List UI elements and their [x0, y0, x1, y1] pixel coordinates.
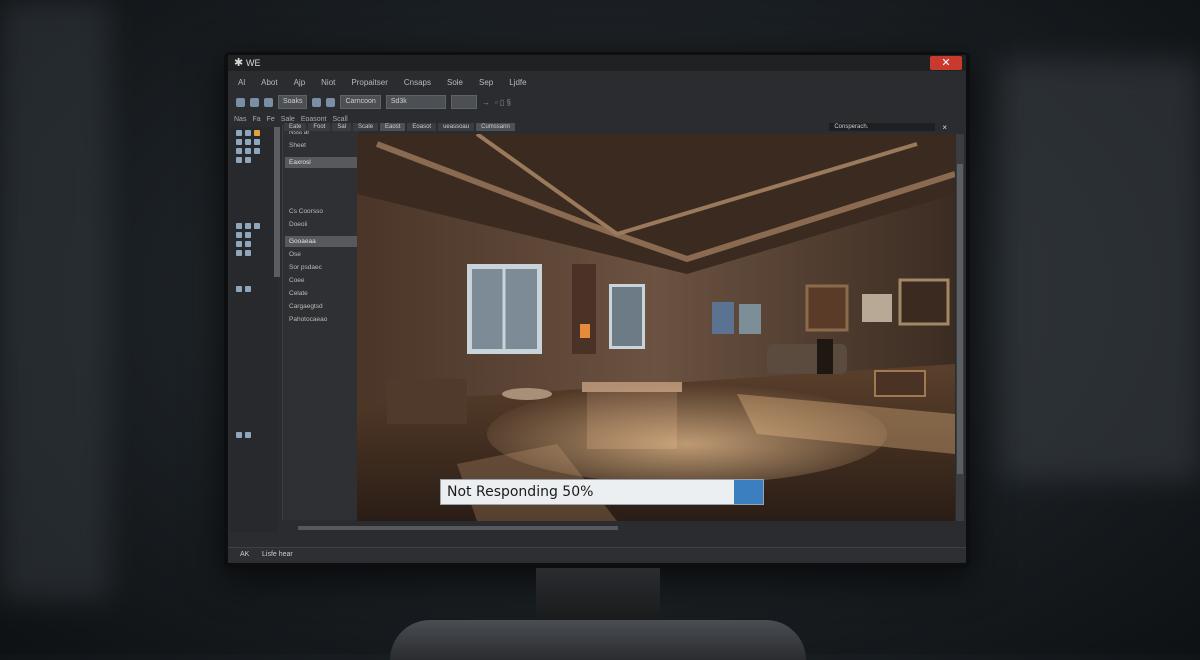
panel-section-header[interactable]: Gooaeaa [285, 236, 357, 247]
brush-icon[interactable] [236, 157, 242, 163]
menu-item[interactable]: Sep [479, 78, 493, 87]
node-icon[interactable] [236, 223, 242, 229]
not-responding-progress: Not Responding 50% [440, 479, 764, 505]
toolbar-icons[interactable]: ▫ ▯ § [495, 98, 511, 107]
panel-row[interactable]: Cargaegtsd [289, 303, 359, 312]
viewport-tab[interactable]: Eoasot [407, 123, 437, 131]
close-button[interactable]: ✕ [930, 56, 962, 70]
panel-section-header[interactable]: Eaxrosl [285, 157, 357, 168]
menu-item[interactable]: Ajp [294, 78, 306, 87]
user-icon[interactable] [245, 432, 251, 438]
layer-dropdown[interactable]: Sd3k [385, 95, 446, 109]
scroll-thumb[interactable] [298, 526, 618, 530]
app-logo-icon: ✱ [234, 57, 244, 69]
material-icon[interactable] [254, 148, 260, 154]
panel-row[interactable]: Coee [289, 277, 359, 286]
highlight-icon[interactable] [254, 130, 260, 136]
panel-row[interactable]: Pahotocaeao [289, 316, 359, 325]
progress-fill [734, 480, 763, 504]
gear-icon[interactable] [236, 432, 242, 438]
view-dropdown[interactable]: Carncoon [340, 95, 381, 109]
progress-label: Not Responding 50% [447, 484, 594, 500]
properties-panel: Nsst ar Sheet Eaxrosl Cs Coorsso Doeoii … [282, 125, 359, 520]
panel-row: Doeoii [289, 221, 308, 228]
menu-item[interactable]: Propaitser [351, 78, 387, 87]
monitor: ✱ WE ✕ Al Abot Ajp Niot Propaitser Cnsap… [224, 52, 970, 568]
monitor-base [390, 620, 806, 660]
viewport-tab-label[interactable]: Cumssann [476, 123, 515, 131]
palette-scrollbar[interactable] [274, 127, 280, 277]
group-icon[interactable] [236, 250, 242, 256]
scroll-thumb[interactable] [957, 164, 963, 474]
viewport-tab-label: ueassoau [438, 123, 475, 131]
snap-icon[interactable] [236, 232, 242, 238]
room-render-image [357, 134, 955, 521]
viewport-tab[interactable]: Eate [284, 123, 307, 131]
camera-icon[interactable] [245, 148, 251, 154]
arrow-right-icon[interactable]: → [482, 98, 490, 107]
tool-palette [230, 127, 278, 532]
align-icon[interactable] [245, 232, 251, 238]
select-icon[interactable] [236, 130, 242, 136]
rotate-icon[interactable] [236, 139, 242, 145]
subtool-item[interactable]: Nas [234, 116, 246, 123]
viewport-tab[interactable]: Eaost [380, 123, 406, 131]
menu-item[interactable]: Al [238, 78, 245, 87]
image-icon[interactable] [250, 97, 259, 107]
light-icon[interactable] [236, 148, 242, 154]
move-icon[interactable] [245, 130, 251, 136]
viewport-tab[interactable]: Foot [308, 123, 331, 131]
background-panel [1000, 60, 1200, 480]
menu-item[interactable]: Sole [447, 78, 463, 87]
layers-icon[interactable] [264, 97, 273, 107]
mode-dropdown[interactable]: Soaks [278, 95, 308, 109]
viewport-tab[interactable]: Scale [353, 123, 379, 131]
subtool-item[interactable]: Fe [267, 116, 275, 123]
app-window: ✱ WE ✕ Al Abot Ajp Niot Propaitser Cnsap… [228, 55, 966, 563]
grid-icon[interactable] [312, 97, 322, 107]
menu-item[interactable]: Abot [261, 78, 277, 87]
background-shelf [0, 0, 110, 600]
search-input[interactable]: Consperach. [829, 123, 936, 131]
status-left: AK [240, 551, 250, 558]
menu-bar: Al Abot Ajp Niot Propaitser Cnsaps Sole … [228, 73, 966, 91]
panel-row[interactable]: Cs Coorsso [289, 208, 359, 217]
panel-row[interactable]: Sheet [289, 142, 359, 151]
panel-row[interactable]: Celate [289, 290, 359, 299]
status-bar: AK Lisfe hear [228, 547, 966, 562]
settings-icon[interactable] [245, 286, 251, 292]
menu-item[interactable]: Cnsaps [404, 78, 431, 87]
render-viewport[interactable] [357, 134, 955, 521]
subtool-item[interactable]: Fa [252, 116, 260, 123]
mesh-icon[interactable] [254, 139, 260, 145]
ungroup-icon[interactable] [245, 250, 251, 256]
link-icon[interactable] [245, 223, 251, 229]
status-message: Lisfe hear [262, 551, 293, 558]
title-bar: ✱ WE ✕ [228, 55, 966, 71]
main-toolbar: Soaks Carncoon Sd3k → ▫ ▯ § [228, 92, 966, 112]
viewport-vertical-scrollbar[interactable] [956, 134, 964, 521]
panel-row[interactable]: Sor psdaec [289, 264, 359, 273]
viewport-tabs: Eate Foot Sal Scale Eaost Eoasot ueassoa… [284, 122, 952, 132]
window-title: WE [246, 58, 261, 68]
close-icon[interactable]: × [937, 122, 952, 133]
panel-row: Ose [289, 251, 301, 258]
viewport-tab[interactable]: Sal [332, 123, 352, 131]
menu-item[interactable]: Ljdfe [509, 78, 526, 87]
scale-icon[interactable] [245, 139, 251, 145]
menu-item[interactable]: Niot [321, 78, 335, 87]
eraser-icon[interactable] [245, 157, 251, 163]
snap-dropdown[interactable] [450, 95, 477, 109]
lock-icon[interactable] [326, 97, 336, 107]
monitor-stand [536, 568, 660, 624]
array-icon[interactable] [236, 241, 242, 247]
globe-icon[interactable] [236, 97, 245, 107]
render-icon[interactable] [236, 286, 242, 292]
viewport-horizontal-scrollbar[interactable] [288, 524, 956, 532]
mirror-icon[interactable] [245, 241, 251, 247]
measure-icon[interactable] [254, 223, 260, 229]
